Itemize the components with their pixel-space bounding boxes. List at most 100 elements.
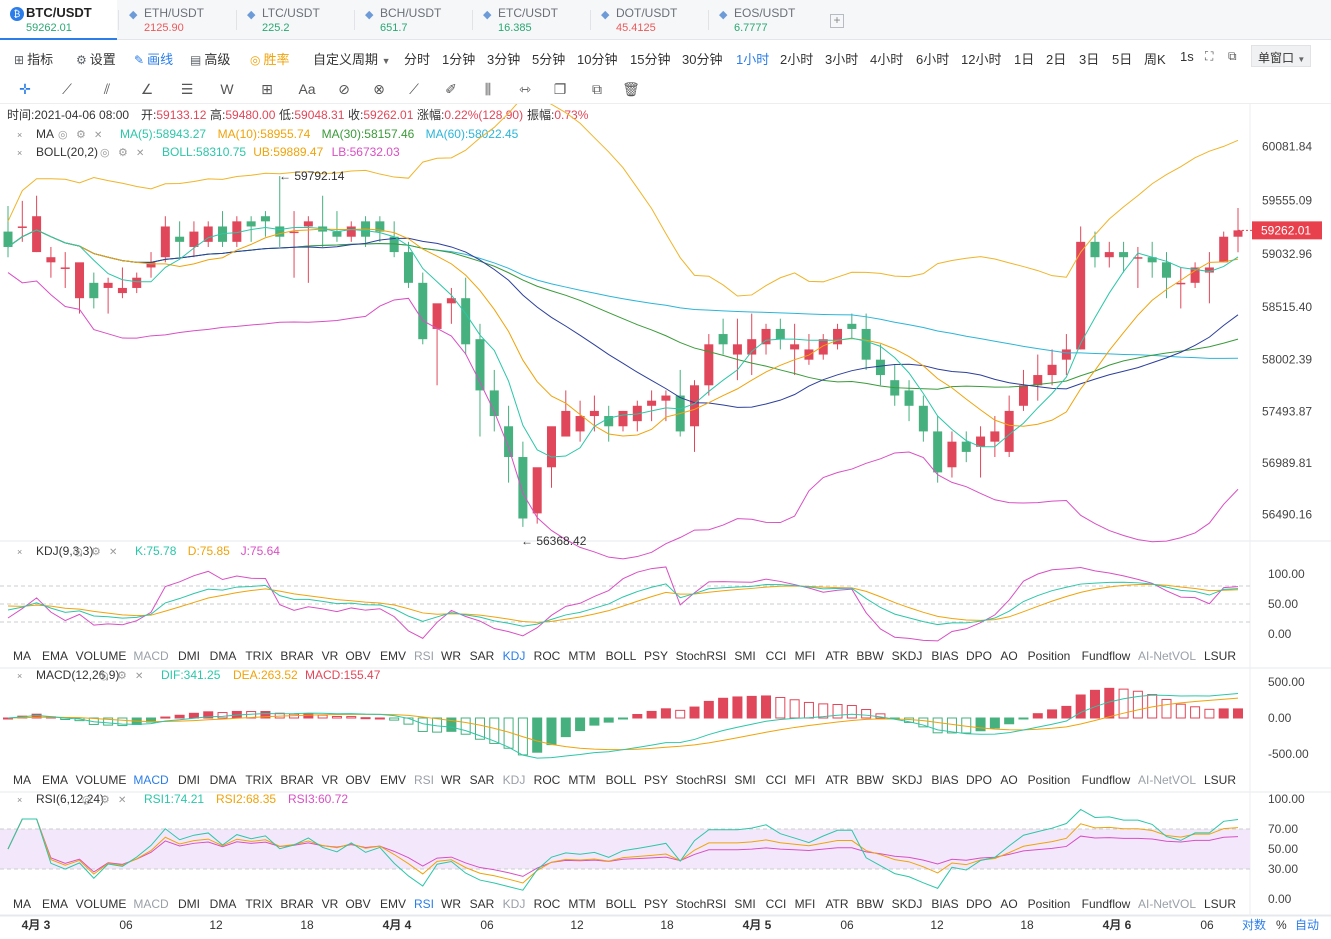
eraser-tool-icon[interactable]: ⊗: [368, 79, 390, 99]
period-30分钟[interactable]: 30分钟: [682, 49, 722, 68]
period-3日[interactable]: 3日: [1079, 49, 1099, 68]
candle-body[interactable]: [561, 410, 571, 437]
candle-body[interactable]: [990, 431, 1000, 442]
magnet-tool-icon[interactable]: ⊘: [333, 79, 355, 99]
candle-body[interactable]: [17, 226, 27, 228]
candle-body[interactable]: [89, 282, 99, 299]
period-1s[interactable]: 1s: [1180, 49, 1194, 64]
candle-body[interactable]: [418, 282, 428, 340]
candle-body[interactable]: [189, 231, 199, 247]
candle-body[interactable]: [732, 344, 742, 355]
add-tab-button[interactable]: +: [830, 14, 844, 28]
period-1分钟[interactable]: 1分钟: [442, 49, 475, 68]
symbol-tab-dot-usdt[interactable]: ◆ DOT/USDT 45.4125: [590, 0, 707, 40]
candle-body[interactable]: [847, 323, 857, 329]
candle-body[interactable]: [518, 457, 528, 519]
period-分时[interactable]: 分时: [404, 49, 430, 68]
candle-body[interactable]: [718, 334, 728, 345]
candle-body[interactable]: [875, 359, 885, 376]
candle-body[interactable]: [303, 221, 313, 227]
candle-body[interactable]: [160, 226, 170, 258]
symbol-tab-bch-usdt[interactable]: ◆ BCH/USDT 651.7: [354, 0, 471, 40]
ruler-tool-icon[interactable]: ⟋: [403, 79, 425, 99]
screenshot-icon[interactable]: ⧉: [1228, 49, 1237, 64]
period-3小时[interactable]: 3小时: [825, 49, 858, 68]
candle-body[interactable]: [504, 426, 514, 458]
candle-body[interactable]: [532, 467, 542, 514]
candle-body[interactable]: [1104, 252, 1114, 258]
period-5分钟[interactable]: 5分钟: [532, 49, 565, 68]
candle-body[interactable]: [1018, 385, 1028, 406]
candle-body[interactable]: [761, 328, 771, 345]
period-1小时[interactable]: 1小时: [736, 49, 769, 68]
rectangle-tool-icon[interactable]: ⊞: [256, 79, 278, 99]
trend-line-tool-icon[interactable]: ⟋: [56, 79, 78, 99]
wave-tool-icon[interactable]: W: [216, 79, 238, 99]
fullscreen-icon[interactable]: ⛶: [1205, 49, 1213, 64]
candle-body[interactable]: [933, 431, 943, 473]
period-12小时[interactable]: 12小时: [961, 49, 1001, 68]
candle-body[interactable]: [961, 441, 971, 452]
symbol-tab-eos-usdt[interactable]: ◆ EOS/USDT 6.7777: [708, 0, 825, 40]
winrate-button[interactable]: ◎ 胜率: [250, 49, 290, 68]
symbol-tab-etc-usdt[interactable]: ◆ ETC/USDT 16.385: [472, 0, 589, 40]
candle-body[interactable]: [175, 236, 185, 242]
candle-body[interactable]: [1161, 262, 1171, 278]
candle-body[interactable]: [918, 405, 928, 432]
candle-body[interactable]: [861, 328, 871, 360]
angle-tool-icon[interactable]: ∠: [136, 79, 158, 99]
text-tool-icon[interactable]: Aa: [296, 79, 318, 99]
single-window-select[interactable]: 单窗口 ▼: [1251, 45, 1311, 67]
candle-body[interactable]: [346, 226, 356, 237]
candle-body[interactable]: [117, 287, 127, 294]
candle-body[interactable]: [289, 231, 299, 234]
custom-period-select[interactable]: 自定义周期 ▼: [313, 49, 391, 68]
candle-body[interactable]: [103, 282, 113, 288]
candle-body[interactable]: [947, 441, 957, 468]
candle-body[interactable]: [260, 216, 270, 222]
candle-body[interactable]: [1090, 241, 1100, 258]
chart-canvas[interactable]: 时间:2021-04-06 08:00 开:59133.12 高:59480.00 低…: [0, 104, 1331, 939]
period-2日[interactable]: 2日: [1046, 49, 1066, 68]
candle-body[interactable]: [246, 221, 256, 227]
parallel-channel-tool-icon[interactable]: ⫽: [96, 79, 118, 99]
candle-body[interactable]: [790, 344, 800, 350]
candle-body[interactable]: [904, 390, 914, 406]
candle-body[interactable]: [690, 385, 700, 427]
candle-body[interactable]: [275, 226, 285, 237]
candle-body[interactable]: [618, 410, 628, 427]
period-2小时[interactable]: 2小时: [780, 49, 813, 68]
copy-tool-icon[interactable]: ❐: [549, 79, 571, 99]
fibonacci-tool-icon[interactable]: ⫼: [477, 79, 499, 99]
crosshair-tool-icon[interactable]: ✛: [14, 79, 36, 99]
candle-body[interactable]: [1233, 230, 1243, 237]
candle-body[interactable]: [818, 339, 828, 355]
candle-body[interactable]: [647, 400, 657, 406]
period-3分钟[interactable]: 3分钟: [487, 49, 520, 68]
trash-icon[interactable]: 🗑: [620, 79, 642, 99]
symbol-tab-eth-usdt[interactable]: ◆ ETH/USDT 2125.90: [118, 0, 235, 40]
candle-body[interactable]: [1047, 364, 1057, 376]
period-4小时[interactable]: 4小时: [870, 49, 903, 68]
candle-body[interactable]: [461, 298, 471, 345]
measure-tool-icon[interactable]: ⇿: [514, 79, 536, 99]
settings-button[interactable]: ⚙ 设置: [76, 49, 116, 68]
candle-body[interactable]: [32, 216, 42, 253]
symbol-tab-btc-usdt[interactable]: ₿ BTC/USDT 59262.01: [0, 0, 117, 40]
candle-body[interactable]: [775, 328, 785, 340]
period-10分钟[interactable]: 10分钟: [577, 49, 617, 68]
candle-body[interactable]: [546, 426, 556, 468]
candle-body[interactable]: [661, 395, 671, 401]
candle-body[interactable]: [46, 257, 56, 263]
brush-tool-icon[interactable]: ✐: [440, 79, 462, 99]
symbol-tab-ltc-usdt[interactable]: ◆ LTC/USDT 225.2: [236, 0, 353, 40]
candle-body[interactable]: [75, 262, 85, 299]
candle-body[interactable]: [1119, 252, 1129, 258]
period-1日[interactable]: 1日: [1014, 49, 1034, 68]
period-5日[interactable]: 5日: [1112, 49, 1132, 68]
period-周K[interactable]: 周K: [1144, 49, 1166, 68]
candle-body[interactable]: [833, 328, 843, 345]
candle-body[interactable]: [589, 410, 599, 417]
candle-body[interactable]: [575, 416, 585, 432]
indicators-button[interactable]: ⊞ 指标: [14, 49, 53, 68]
